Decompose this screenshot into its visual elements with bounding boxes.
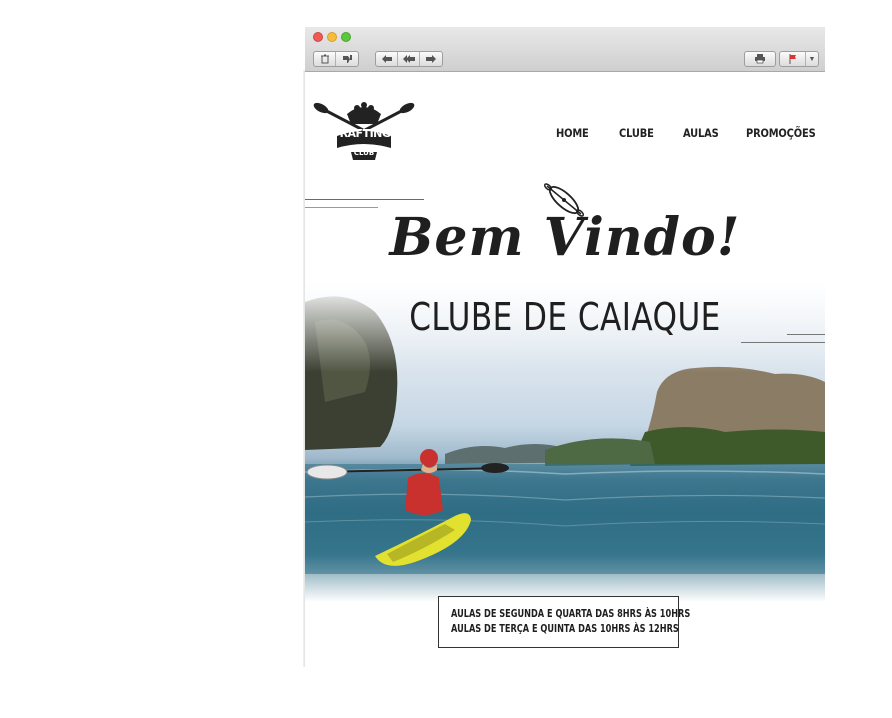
nav-aulas-link[interactable]: AULAS <box>683 126 719 140</box>
schedule-line-1: AULAS DE SEGUNDA E QUARTA DAS 8HRS ÀS 10… <box>451 608 691 620</box>
minimize-window-button[interactable] <box>327 32 337 42</box>
nav-promocoes-link[interactable]: PROMOÇÕES <box>746 126 816 140</box>
trash-icon[interactable] <box>314 52 336 66</box>
reply-all-icon[interactable] <box>398 52 420 66</box>
hero-title: Bem Vindo! <box>389 207 741 268</box>
nav-home-link[interactable]: HOME <box>556 126 589 140</box>
delete-junk-group <box>313 51 359 67</box>
divider-line <box>305 199 424 200</box>
flag-group: ▼ <box>779 51 819 67</box>
print-icon[interactable] <box>745 52 775 66</box>
email-body: RAFTING CLUB HOME CLUBE AULAS PROMOÇÕES <box>305 72 825 667</box>
reply-icon[interactable] <box>376 52 398 66</box>
window-toolbar: ▼ <box>305 27 825 72</box>
flag-icon[interactable] <box>780 52 806 66</box>
nav-clube-link[interactable]: CLUBE <box>619 126 654 140</box>
reply-forward-group <box>375 51 443 67</box>
divider-line <box>787 334 825 335</box>
mail-window: ▼ RAFTING CLUB HOME CLUBE AULAS PROMOÇÕE… <box>305 27 825 667</box>
divider-line <box>741 342 825 343</box>
thumbs-down-icon[interactable] <box>336 52 358 66</box>
schedule-box: AULAS DE SEGUNDA E QUARTA DAS 8HRS ÀS 10… <box>438 596 691 648</box>
schedule-line-2: AULAS DE TERÇA E QUINTA DAS 10HRS ÀS 12H… <box>451 623 679 635</box>
zoom-window-button[interactable] <box>341 32 351 42</box>
hero-subtitle: CLUBE DE CAIAQUE <box>409 295 721 339</box>
print-group <box>744 51 776 67</box>
rafting-club-logo: RAFTING CLUB <box>313 90 415 170</box>
forward-icon[interactable] <box>420 52 442 66</box>
chevron-down-icon[interactable]: ▼ <box>806 52 818 66</box>
logo-text-rafting: RAFTING <box>339 127 391 140</box>
close-window-button[interactable] <box>313 32 323 42</box>
logo-text-club: CLUB <box>353 149 375 157</box>
